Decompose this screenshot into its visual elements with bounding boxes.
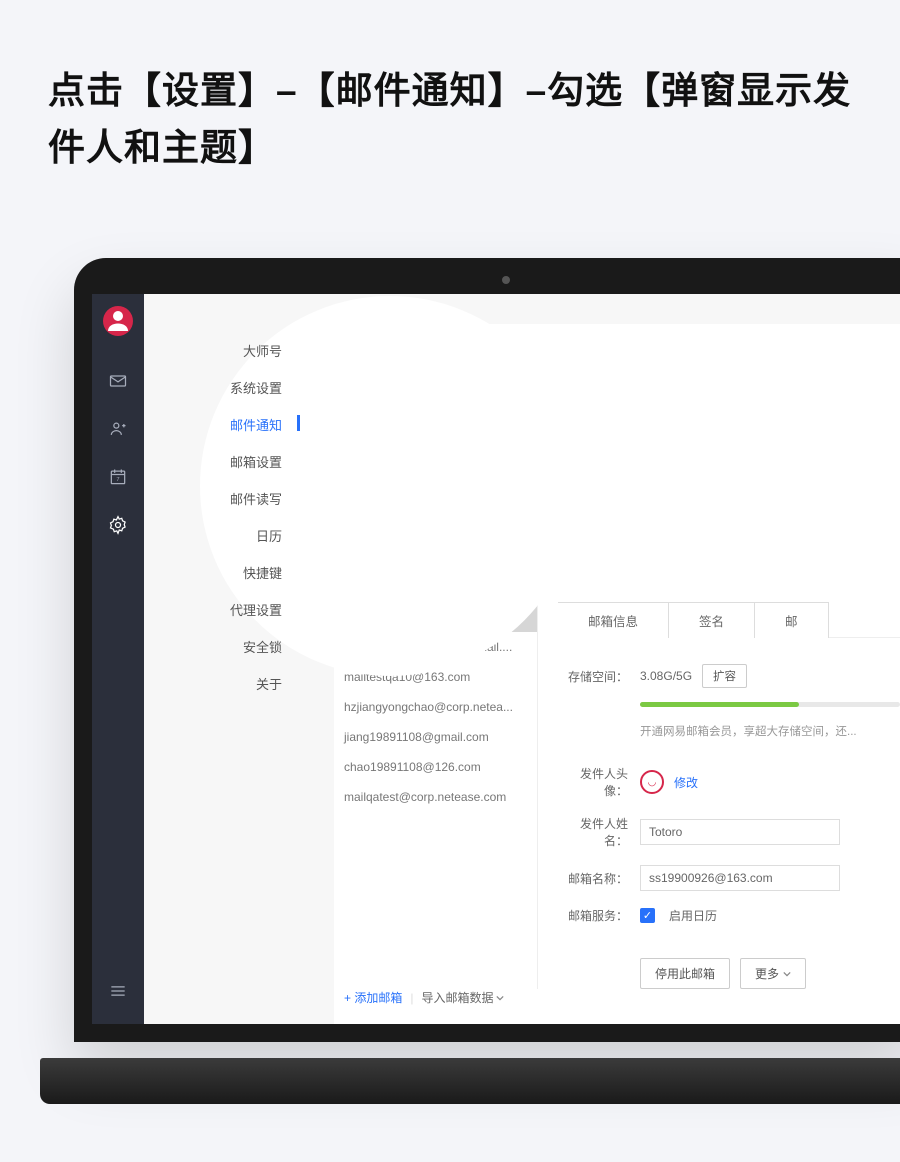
content-area: 大师号 系统设置 邮件通知 邮箱设置 邮件读写 日历 快捷键 代理设置 安全锁 … xyxy=(144,294,900,1024)
laptop-base xyxy=(40,1058,900,1104)
sender-avatar-icon: ◡ xyxy=(640,770,664,794)
settings-icon[interactable] xyxy=(103,510,133,540)
tab-mailbox-info[interactable]: 邮箱信息 xyxy=(558,602,669,638)
mailbox-title: 邮箱设置 xyxy=(334,544,900,594)
mailbox-name-input[interactable] xyxy=(640,865,840,891)
service-label: 邮箱服务： xyxy=(558,907,640,924)
nav-item-about[interactable]: 关于 xyxy=(192,665,302,702)
nav-item-system[interactable]: 系统设置 xyxy=(192,369,302,406)
sender-name-label: 发件人姓名： xyxy=(558,815,640,849)
nav-item-shortcut[interactable]: 快捷键 xyxy=(192,554,302,591)
detail-panel: 邮箱信息 签名 邮 存储空间： 3.08G/5G 扩容 xyxy=(538,602,900,989)
check-label: 弹窗提醒 xyxy=(387,409,437,428)
user-avatar[interactable] xyxy=(103,306,133,336)
storage-label: 存储空间： xyxy=(558,668,640,685)
folder-dropdown[interactable]: 需要提醒的文件夹... xyxy=(364,471,492,500)
app-screen: 7 大师号 系统设置 邮件通知 邮箱设置 邮件读写 日历 快捷键 代理设置 安全… xyxy=(92,294,900,1024)
chevron-down-icon xyxy=(783,970,791,978)
contacts-icon[interactable] xyxy=(103,414,133,444)
mailbox-section: 邮箱设置 ss19900926@163.com jiangyongchao201… xyxy=(334,544,900,989)
account-item[interactable]: jiangyongchao2017@hotmail.... xyxy=(334,632,537,662)
nav-item-compose[interactable]: 邮件读写 xyxy=(192,480,302,517)
laptop-frame: 7 大师号 系统设置 邮件通知 邮箱设置 邮件读写 日历 快捷键 代理设置 安全… xyxy=(74,258,900,1042)
detail-tabs: 邮箱信息 签名 邮 xyxy=(558,602,900,638)
account-item[interactable]: hzjiangyongchao@corp.netea... xyxy=(334,692,537,722)
avatar-row: 发件人头像： ◡ 修改 xyxy=(558,757,900,807)
mailbox-name-label: 邮箱名称： xyxy=(558,870,640,887)
add-mailbox-link[interactable]: + 添加邮箱 xyxy=(344,989,402,1006)
nav-item-master[interactable]: 大师号 xyxy=(192,332,302,369)
account-item[interactable]: chao19891108@126.com xyxy=(334,752,537,782)
nav-item-mail-notif[interactable]: 邮件通知 xyxy=(192,406,302,443)
check-popup-detail[interactable]: ✓ 弹窗显示发件人和主题 xyxy=(364,432,900,459)
nav-item-mailbox[interactable]: 邮箱设置 xyxy=(192,443,302,480)
nav-item-lock[interactable]: 安全锁 xyxy=(192,628,302,665)
action-buttons: 停用此邮箱 更多 xyxy=(640,932,900,989)
mail-icon[interactable] xyxy=(103,366,133,396)
account-item[interactable]: jiang19891108@gmail.com xyxy=(334,722,537,752)
expand-button[interactable]: 扩容 xyxy=(702,664,747,688)
account-item[interactable]: mailqatest@corp.netease.com xyxy=(334,782,537,812)
tab-signature[interactable]: 签名 xyxy=(668,602,755,638)
checkbox-icon: ✓ xyxy=(364,384,379,399)
sender-name-row: 发件人姓名： xyxy=(558,807,900,857)
disable-mailbox-button[interactable]: 停用此邮箱 xyxy=(640,958,730,989)
sender-name-input[interactable] xyxy=(640,819,840,845)
nav-item-proxy[interactable]: 代理设置 xyxy=(192,591,302,628)
checkbox-icon[interactable]: ✓ xyxy=(640,908,655,923)
storage-note: 开通网易邮箱会员，享超大存储空间，还... xyxy=(640,723,900,739)
nav-item-calendar[interactable]: 日历 xyxy=(192,517,302,554)
modify-avatar-link[interactable]: 修改 xyxy=(674,774,698,791)
account-list: ss19900926@163.com jiangyongchao2017@hot… xyxy=(334,602,538,989)
camera-dot xyxy=(502,276,510,284)
notif-title: 邮件通知 xyxy=(364,328,900,378)
checkbox-icon: ✓ xyxy=(364,411,379,426)
service-check-label: 启用日历 xyxy=(669,907,717,924)
main-panel: 邮件通知 ✓ 声音提醒 ✓ 弹窗提醒 ✓ 弹窗显示发件人和主题 需要提醒的文件夹… xyxy=(334,324,900,1024)
calendar-icon[interactable]: 7 xyxy=(103,462,133,492)
check-popup[interactable]: ✓ 弹窗提醒 xyxy=(364,405,900,432)
checkbox-icon: ✓ xyxy=(364,438,379,453)
check-label: 弹窗显示发件人和主题 xyxy=(387,436,512,455)
notification-section: 邮件通知 ✓ 声音提醒 ✓ 弹窗提醒 ✓ 弹窗显示发件人和主题 需要提醒的文件夹… xyxy=(334,324,900,500)
check-sound[interactable]: ✓ 声音提醒 xyxy=(364,378,900,405)
mailbox-name-row: 邮箱名称： xyxy=(558,857,900,899)
menu-icon[interactable] xyxy=(103,976,133,1006)
import-mailbox-link[interactable]: 导入邮箱数据 xyxy=(421,989,504,1006)
check-label: 声音提醒 xyxy=(387,382,437,401)
storage-bar xyxy=(640,702,900,707)
chevron-down-icon xyxy=(496,994,504,1002)
storage-row: 存储空间： 3.08G/5G 扩容 xyxy=(558,656,900,696)
more-button[interactable]: 更多 xyxy=(740,958,806,989)
account-item[interactable]: mailtestqa10@163.com xyxy=(334,662,537,692)
settings-nav: 大师号 系统设置 邮件通知 邮箱设置 邮件读写 日历 快捷键 代理设置 安全锁 … xyxy=(192,332,302,702)
account-footer: + 添加邮箱 | 导入邮箱数据 xyxy=(334,979,544,1016)
left-nav-rail: 7 xyxy=(92,294,144,1024)
storage-fill xyxy=(640,702,799,707)
avatar-label: 发件人头像： xyxy=(558,765,640,799)
account-item[interactable]: ss19900926@163.com xyxy=(334,602,537,632)
svg-text:7: 7 xyxy=(116,477,119,483)
tab-more[interactable]: 邮 xyxy=(754,602,829,638)
storage-value: 3.08G/5G xyxy=(640,669,692,683)
service-row: 邮箱服务： ✓ 启用日历 xyxy=(558,899,900,932)
instruction-text: 点击【设置】–【邮件通知】–勾选【弹窗显示发件人和主题】 xyxy=(0,0,900,217)
